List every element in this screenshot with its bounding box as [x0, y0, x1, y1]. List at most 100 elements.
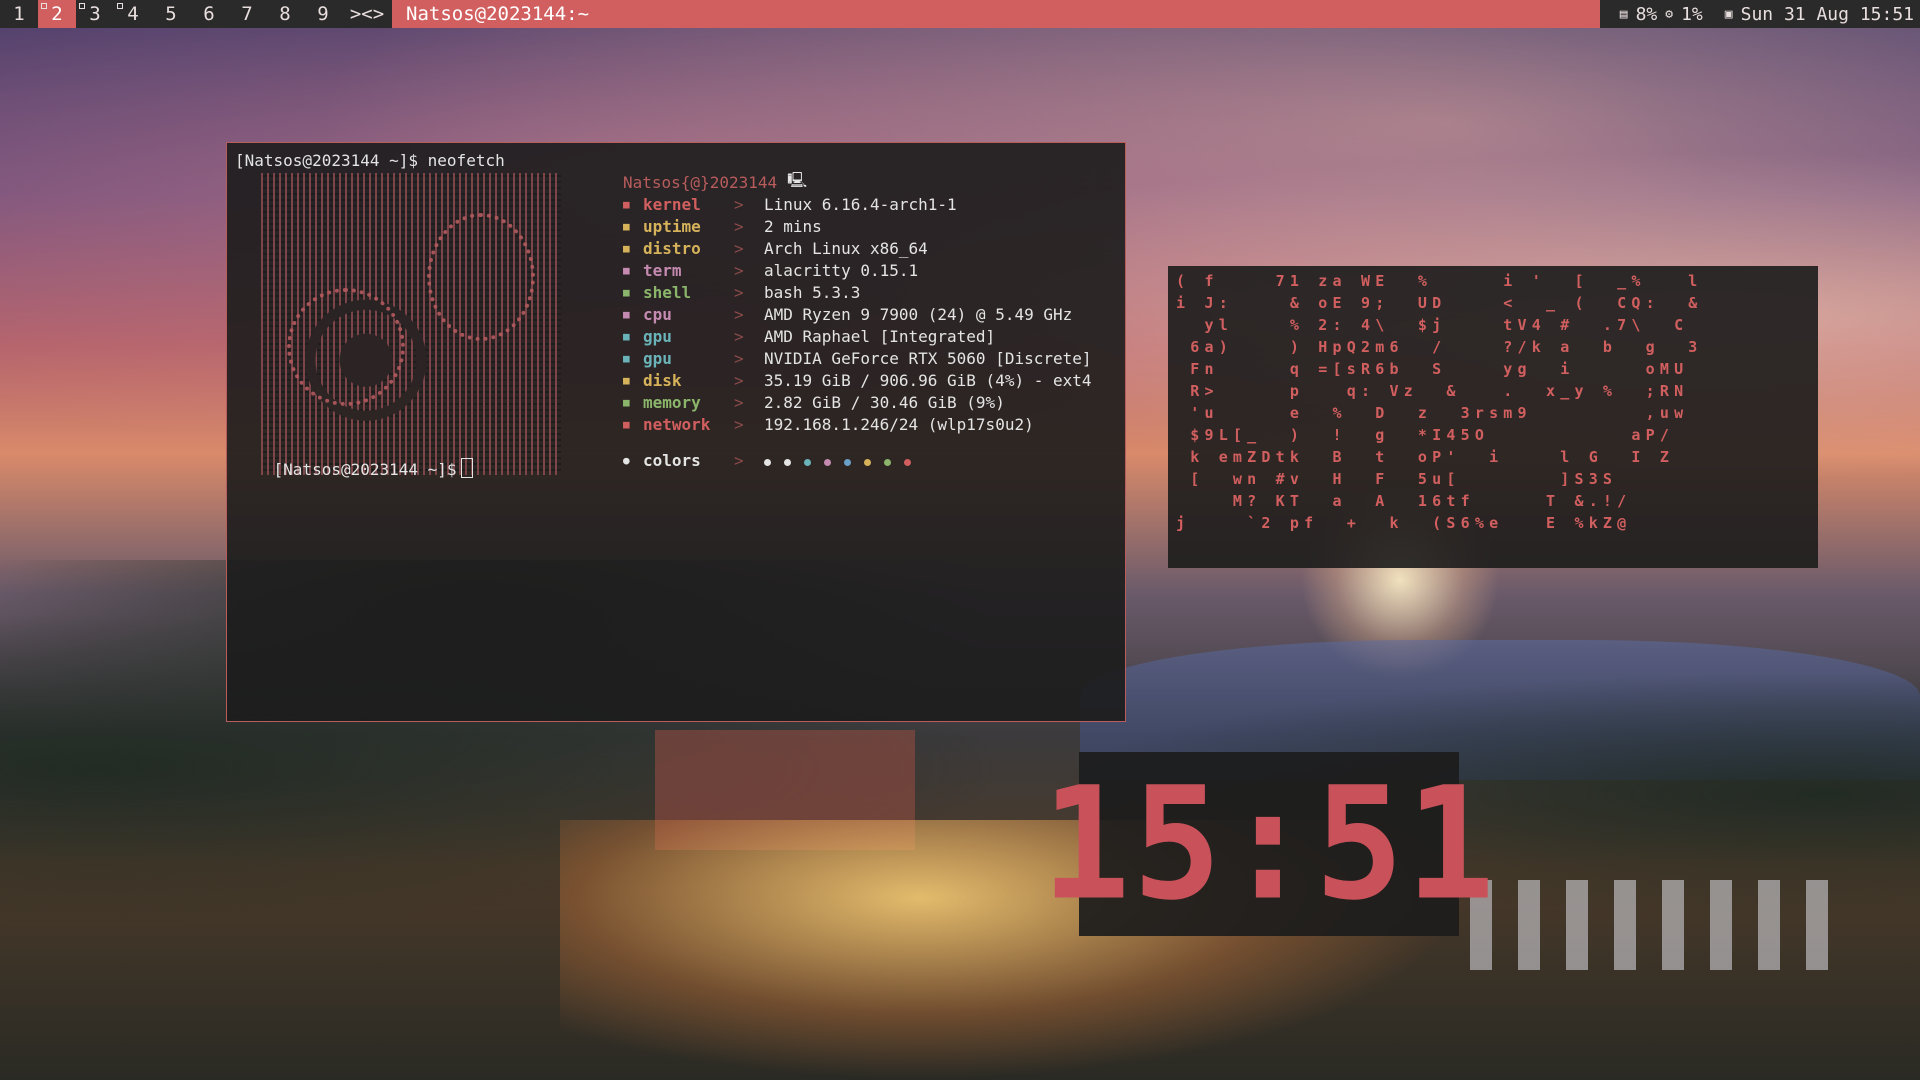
terminal-window[interactable]: [Natsos@2023144 ~]$ neofetch Natsos{@}20… — [226, 142, 1126, 722]
clock-icon: ■ — [623, 219, 630, 233]
prompt-line-neofetch: [Natsos@2023144 ~]$ neofetch — [235, 151, 505, 170]
info-row-memory: ■ memory >2.82 GiB / 30.46 GiB (9%) — [623, 391, 1092, 413]
info-arrow: > — [734, 194, 744, 214]
workspace-4[interactable]: 4 — [114, 0, 152, 28]
info-value: AMD Ryzen 9 7900 (24) @ 5.49 GHz — [764, 304, 1073, 324]
info-value: 35.19 GiB / 906.96 GiB (4%) - ext4 — [764, 370, 1092, 390]
info-key: network — [643, 414, 711, 434]
info-row-cpu: ■ cpu > AMD Ryzen 9 7900 (24) @ 5.49 GHz — [623, 303, 1092, 325]
window-title: Natsos@2023144:~ — [392, 0, 1600, 28]
workspace-7[interactable]: 7 — [228, 0, 266, 28]
info-row-uptime: ■ uptime >2 mins — [623, 215, 1092, 237]
matrix-row: 6a) ) HpQ2m6 / ?/k a b g 3 — [1176, 338, 1703, 356]
matrix-row: [ wn #v H F 5u[ ]S3S — [1176, 470, 1618, 488]
info-arrow: > — [734, 392, 744, 412]
workspace-9[interactable]: 9 — [304, 0, 342, 28]
color-swatch — [784, 458, 791, 466]
color-swatch — [804, 458, 811, 466]
prompt: [Natsos@2023144 ~]$ — [273, 460, 457, 479]
color-swatch — [764, 458, 771, 466]
color-palette — [764, 451, 924, 470]
info-arrow: > — [734, 282, 744, 302]
workspace-1[interactable]: 1 — [0, 0, 38, 28]
matrix-row: k emZDtk B t oP' i l G I Z — [1176, 448, 1675, 466]
ascii-art-face — [287, 288, 405, 406]
cpu-usage: 1% — [1681, 3, 1703, 25]
info-key-colors: colors — [643, 450, 701, 470]
matrix-row: $9L[_ ) ! g *I45O aP/ — [1176, 426, 1675, 444]
neofetch-info: Natsos{@}2023144 🖳 ■ kernel > Linux 6.16.4-… — [623, 171, 1092, 471]
info-value: NVIDIA GeForce RTX 5060 [Discrete] — [764, 348, 1092, 368]
layout-indicator[interactable]: ><> — [342, 0, 392, 28]
date-time[interactable]: Sun 31 Aug 15:51 — [1741, 4, 1914, 25]
terminal-icon: ■ — [623, 263, 630, 277]
gpu-icon: ■ — [623, 329, 630, 343]
info-row-disk: ■ disk >35.19 GiB / 906.96 GiB (4%) - ext4 — [623, 369, 1092, 391]
info-value: 2.82 GiB / 30.46 GiB (9%) — [764, 392, 1005, 412]
info-row-gpu: ■ gpu > AMD Raphael [Integrated] — [623, 325, 1092, 347]
matrix-row: j `2 pf + k (S6%e E %kZ@ — [1176, 514, 1632, 532]
gear-icon: ■ — [623, 197, 630, 211]
info-key: kernel — [643, 194, 701, 214]
info-row-shell: ■ shell > bash 5.3.3 — [623, 281, 1092, 303]
memory-icon: ■ — [623, 395, 630, 409]
info-key: distro — [643, 238, 701, 258]
info-row-network: ■ network >192.168.1.246/24 (wlp17s0u2) — [623, 413, 1092, 435]
info-value: alacritty 0.15.1 — [764, 260, 919, 280]
workspace-6[interactable]: 6 — [190, 0, 228, 28]
info-arrow: > — [734, 238, 744, 258]
color-swatch — [904, 458, 911, 466]
info-key: memory — [643, 392, 701, 412]
color-swatch — [884, 458, 891, 466]
workspace-2[interactable]: 2 — [38, 0, 76, 28]
status-area: ▤ 8% ⚙ 1% ▣ Sun 31 Aug 15:51 — [1599, 0, 1920, 28]
info-value: 2 mins — [764, 216, 822, 236]
calendar-icon: ▣ — [1724, 6, 1733, 22]
ascii-art-face — [427, 213, 535, 341]
color-swatch — [844, 458, 851, 466]
info-key: uptime — [643, 216, 701, 236]
clock-window[interactable]: 15:51 — [1041, 752, 1495, 936]
memory-icon: ▤ — [1619, 6, 1628, 22]
matrix-row: ( f 71 za WE % i ' [ _% l — [1176, 272, 1703, 290]
arch-icon: ■ — [623, 241, 630, 255]
info-arrow: > — [734, 450, 744, 470]
palette-icon: ● — [623, 453, 630, 467]
text-cursor — [460, 458, 473, 478]
workspace-8[interactable]: 8 — [266, 0, 304, 28]
clock-time: 15:51 — [1041, 753, 1497, 935]
matrix-row: Fn q =[sR6b S yg i oMU — [1176, 360, 1689, 378]
network-icon: ■ — [623, 417, 630, 431]
top-bar: 1 2 3 4 5 6 7 8 9 ><> Natsos@2023144:~ ▤… — [0, 0, 1920, 28]
info-arrow: > — [734, 414, 744, 434]
info-key: shell — [643, 282, 692, 302]
matrix-row: i J: & oE 9; UD < _ ( CQ: & — [1176, 294, 1703, 312]
info-row-gpu: ■ gpu > NVIDIA GeForce RTX 5060 [Discrete] — [623, 347, 1092, 369]
monitor-icon: 🖳 — [787, 170, 808, 189]
info-arrow: > — [734, 260, 744, 280]
info-arrow: > — [734, 304, 744, 324]
prompt-line: [Natsos@2023144 ~]$ — [235, 439, 473, 498]
info-row-term: ■ term > alacritty 0.15.1 — [623, 259, 1092, 281]
info-key: disk — [643, 370, 682, 390]
info-value: bash 5.3.3 — [764, 282, 861, 302]
matrix-rain-window[interactable]: ( f 71 za WE % i ' [ _% l i J: & oE 9; UD… — [1168, 266, 1818, 568]
shell-icon: ■ — [623, 285, 630, 299]
cpu-icon: ⚙ — [1665, 6, 1674, 22]
info-row-kernel: ■ kernel > Linux 6.16.4-arch1-1 — [623, 193, 1092, 215]
workspace-5[interactable]: 5 — [152, 0, 190, 28]
info-value: Linux 6.16.4-arch1-1 — [764, 194, 957, 214]
memory-usage: 8% — [1635, 3, 1658, 25]
info-key: term — [643, 260, 682, 280]
info-arrow: > — [734, 216, 744, 236]
info-key: gpu — [643, 348, 672, 368]
info-key: cpu — [643, 304, 672, 324]
info-arrow: > — [734, 348, 744, 368]
matrix-row: 'u e % D z 3rsm9 ,uw — [1176, 404, 1689, 422]
info-value: AMD Raphael [Integrated] — [764, 326, 996, 346]
matrix-row: yl % 2: 4\ $j tV4 # .7\ C — [1176, 316, 1689, 334]
info-key: gpu — [643, 326, 672, 346]
workspace-3[interactable]: 3 — [76, 0, 114, 28]
matrix-row: M? KT a A 16tf T &.!/ — [1176, 492, 1632, 510]
info-value: Arch Linux x86_64 — [764, 238, 928, 258]
